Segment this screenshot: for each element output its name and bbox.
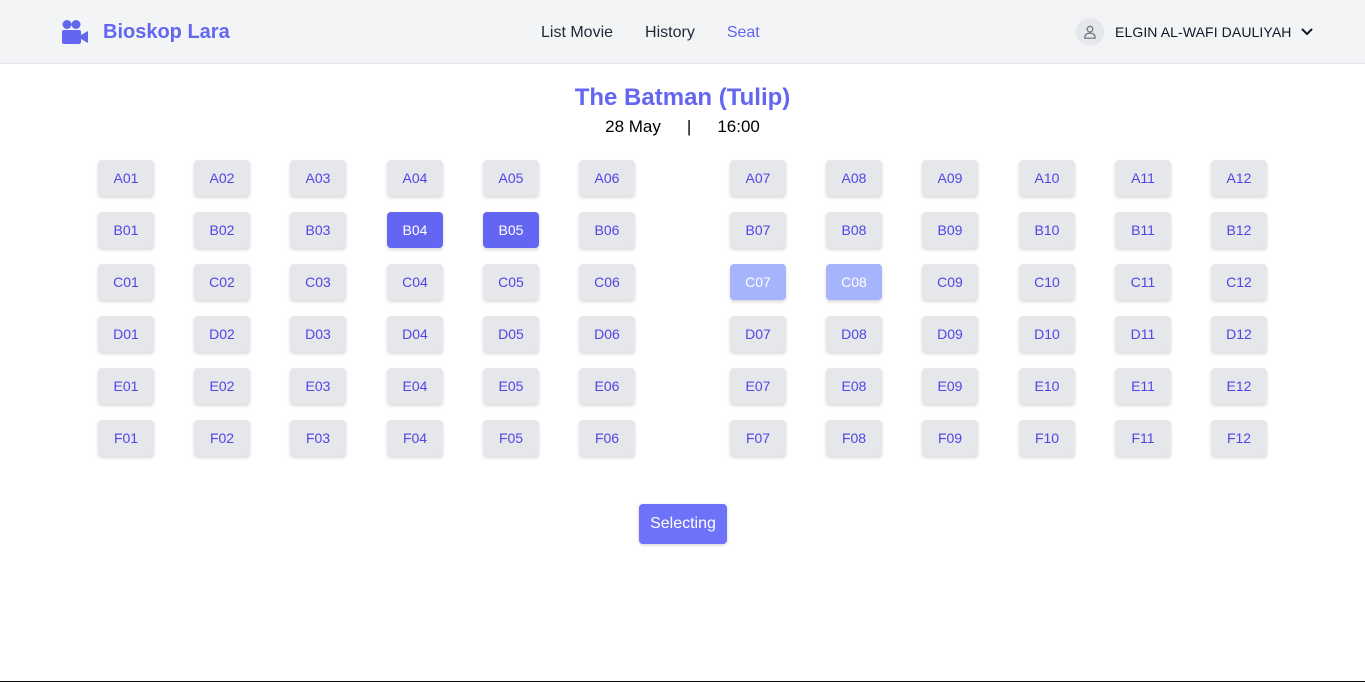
seat-button[interactable]: D08 — [826, 316, 882, 352]
show-time: 16:00 — [717, 117, 760, 136]
seat-button[interactable]: F06 — [579, 420, 635, 456]
seat-button[interactable]: D12 — [1211, 316, 1267, 352]
seat-button[interactable]: D05 — [483, 316, 539, 352]
seat-row: F01 F02 F03 F04 F05 F06 F07 F08 F09 F10 F11 F12 — [0, 420, 1365, 456]
seat-button[interactable]: E09 — [922, 368, 978, 404]
seat-button[interactable]: C04 — [387, 264, 443, 300]
seat-button[interactable]: A10 — [1019, 160, 1075, 196]
seat-button[interactable]: D09 — [922, 316, 978, 352]
seat-button[interactable]: A01 — [98, 160, 154, 196]
seat-button[interactable]: A11 — [1115, 160, 1171, 196]
user-name: ELGIN AL-WAFI DAULIYAH — [1115, 24, 1292, 40]
seat-button[interactable]: D02 — [194, 316, 250, 352]
seat-button[interactable]: E06 — [579, 368, 635, 404]
seat-row: D01 D02 D03 D04 D05 D06 D07 D08 D09 D10 D11 D12 — [0, 316, 1365, 352]
video-camera-icon — [61, 19, 89, 45]
seat-button[interactable]: E03 — [290, 368, 346, 404]
seat-button[interactable]: E10 — [1019, 368, 1075, 404]
seat-row: A01 A02 A03 A04 A05 A06 A07 A08 A09 A10 A11 A12 — [0, 160, 1365, 196]
seat-button[interactable]: C09 — [922, 264, 978, 300]
seat-button[interactable]: D03 — [290, 316, 346, 352]
seat-button[interactable]: E12 — [1211, 368, 1267, 404]
seat-button[interactable]: B04 — [387, 212, 443, 248]
seat-button[interactable]: E11 — [1115, 368, 1171, 404]
seat-button[interactable]: A07 — [730, 160, 786, 196]
seat-button[interactable]: F08 — [826, 420, 882, 456]
seat-button[interactable]: B02 — [194, 212, 250, 248]
seat-button[interactable]: C02 — [194, 264, 250, 300]
nav-link-list-movie[interactable]: List Movie — [541, 22, 613, 44]
seat-button: C07 — [730, 264, 786, 300]
seat-button[interactable]: A08 — [826, 160, 882, 196]
seat-button[interactable]: F07 — [730, 420, 786, 456]
nav-link-seat[interactable]: Seat — [727, 22, 760, 44]
nav-link-history[interactable]: History — [645, 22, 695, 44]
seat-button[interactable]: D07 — [730, 316, 786, 352]
brand-logo-link[interactable]: Bioskop Lara — [61, 18, 230, 46]
brand-name: Bioskop Lara — [103, 21, 230, 43]
seat-button[interactable]: B10 — [1019, 212, 1075, 248]
seat-row: B01 B02 B03 B04 B05 B06 B07 B08 B09 B10 B11 B12 — [0, 212, 1365, 248]
seat-button[interactable]: B08 — [826, 212, 882, 248]
user-icon — [1076, 18, 1104, 46]
seat-button[interactable]: F04 — [387, 420, 443, 456]
seat-button[interactable]: D11 — [1115, 316, 1171, 352]
seat-button[interactable]: A05 — [483, 160, 539, 196]
seat-button[interactable]: D10 — [1019, 316, 1075, 352]
seat-button[interactable]: A09 — [922, 160, 978, 196]
seat-button[interactable]: F01 — [98, 420, 154, 456]
showtime-separator: | — [686, 117, 692, 136]
seat-button[interactable]: A12 — [1211, 160, 1267, 196]
seat-button[interactable]: E07 — [730, 368, 786, 404]
seat-button: C08 — [826, 264, 882, 300]
seat-button[interactable]: B01 — [98, 212, 154, 248]
seat-button[interactable]: C06 — [579, 264, 635, 300]
seat-button[interactable]: F12 — [1211, 420, 1267, 456]
main-nav: List Movie History Seat — [541, 22, 792, 44]
showtime: 28 May | 16:00 — [0, 116, 1365, 138]
seat-button[interactable]: F09 — [922, 420, 978, 456]
seat-button[interactable]: B06 — [579, 212, 635, 248]
seat-button[interactable]: F03 — [290, 420, 346, 456]
seat-button[interactable]: F10 — [1019, 420, 1075, 456]
seat-button[interactable]: A03 — [290, 160, 346, 196]
seat-button[interactable]: D04 — [387, 316, 443, 352]
seat-button[interactable]: B05 — [483, 212, 539, 248]
movie-title: The Batman (Tulip) — [574, 84, 791, 111]
seat-button[interactable]: E05 — [483, 368, 539, 404]
seat-button[interactable]: C10 — [1019, 264, 1075, 300]
seat-button[interactable]: A02 — [194, 160, 250, 196]
user-menu[interactable]: ELGIN AL-WAFI DAULIYAH — [1076, 18, 1313, 46]
seat-button[interactable]: B03 — [290, 212, 346, 248]
seat-button[interactable]: E02 — [194, 368, 250, 404]
seat-button[interactable]: C05 — [483, 264, 539, 300]
seat-button[interactable]: D01 — [98, 316, 154, 352]
selecting-button[interactable]: Selecting — [639, 504, 727, 544]
seat-button[interactable]: F11 — [1115, 420, 1171, 456]
seat-button[interactable]: B07 — [730, 212, 786, 248]
seat-button[interactable]: A06 — [579, 160, 635, 196]
seat-button[interactable]: C03 — [290, 264, 346, 300]
seat-button[interactable]: B12 — [1211, 212, 1267, 248]
seat-button[interactable]: D06 — [579, 316, 635, 352]
seat-button[interactable]: F05 — [483, 420, 539, 456]
seat-button[interactable]: E08 — [826, 368, 882, 404]
seat-button[interactable]: C12 — [1211, 264, 1267, 300]
show-date: 28 May — [605, 117, 661, 136]
seat-row: C01 C02 C03 C04 C05 C06 C07 C08 C09 C10 C11 C12 — [0, 264, 1365, 300]
seat-row: E01 E02 E03 E04 E05 E06 E07 E08 E09 E10 E11 E12 — [0, 368, 1365, 404]
seat-button[interactable]: B09 — [922, 212, 978, 248]
seat-button[interactable]: E04 — [387, 368, 443, 404]
seat-button[interactable]: A04 — [387, 160, 443, 196]
seat-button[interactable]: E01 — [98, 368, 154, 404]
seat-button[interactable]: B11 — [1115, 212, 1171, 248]
navbar: Bioskop Lara List Movie History Seat ELG… — [0, 0, 1365, 64]
seat-button[interactable]: F02 — [194, 420, 250, 456]
seat-button[interactable]: C01 — [98, 264, 154, 300]
seat-button[interactable]: C11 — [1115, 264, 1171, 300]
chevron-down-icon — [1301, 23, 1313, 41]
